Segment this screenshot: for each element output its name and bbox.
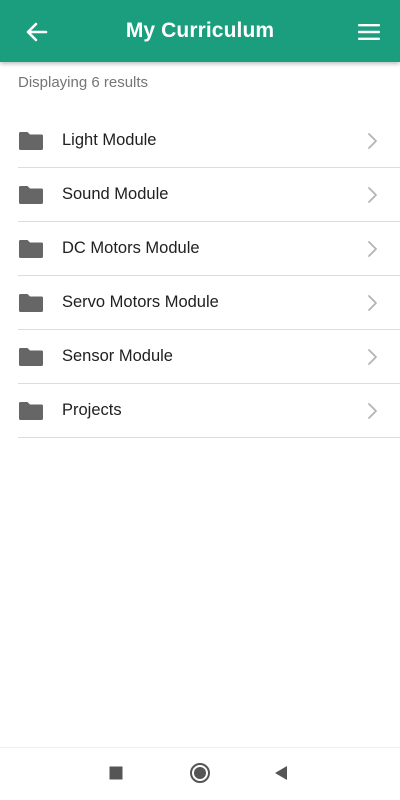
triangle-back-icon (275, 766, 287, 780)
folder-icon (18, 130, 44, 152)
list-item-light-module[interactable]: Light Module (18, 114, 400, 168)
folder-icon (18, 238, 44, 260)
hamburger-menu-icon (358, 24, 380, 40)
list-item-dc-motors-module[interactable]: DC Motors Module (18, 222, 400, 276)
list-item-label: DC Motors Module (62, 239, 200, 257)
circle-icon (190, 763, 210, 783)
recents-button[interactable] (105, 762, 127, 784)
folder-icon (18, 400, 44, 422)
home-button[interactable] (189, 762, 211, 784)
list-item-label: Servo Motors Module (62, 293, 219, 311)
list-item-projects[interactable]: Projects (18, 384, 400, 438)
list-item-label: Light Module (62, 131, 157, 149)
menu-button[interactable] (354, 17, 384, 47)
arrow-left-icon (26, 22, 48, 42)
system-navigation-bar (0, 747, 400, 800)
folder-icon (18, 346, 44, 368)
list-item-sound-module[interactable]: Sound Module (18, 168, 400, 222)
chevron-right-icon (368, 241, 377, 257)
screen: My Curriculum Displaying 6 results Light… (0, 0, 400, 800)
page-title: My Curriculum (125, 19, 275, 42)
chevron-right-icon (368, 349, 377, 365)
module-list: Light Module Sound Module DC Motors Modu… (0, 114, 400, 438)
square-icon (109, 766, 123, 780)
folder-icon (18, 184, 44, 206)
app-bar: My Curriculum (0, 0, 400, 62)
folder-icon (18, 292, 44, 314)
back-button[interactable] (22, 17, 52, 47)
chevron-right-icon (368, 187, 377, 203)
list-item-label: Sensor Module (62, 347, 173, 365)
list-item-servo-motors-module[interactable]: Servo Motors Module (18, 276, 400, 330)
results-count: Displaying 6 results (18, 74, 149, 91)
chevron-right-icon (368, 295, 377, 311)
system-back-button[interactable] (270, 762, 292, 784)
list-item-label: Projects (62, 401, 122, 419)
chevron-right-icon (368, 403, 377, 419)
chevron-right-icon (368, 133, 377, 149)
list-item-sensor-module[interactable]: Sensor Module (18, 330, 400, 384)
list-item-label: Sound Module (62, 185, 169, 203)
